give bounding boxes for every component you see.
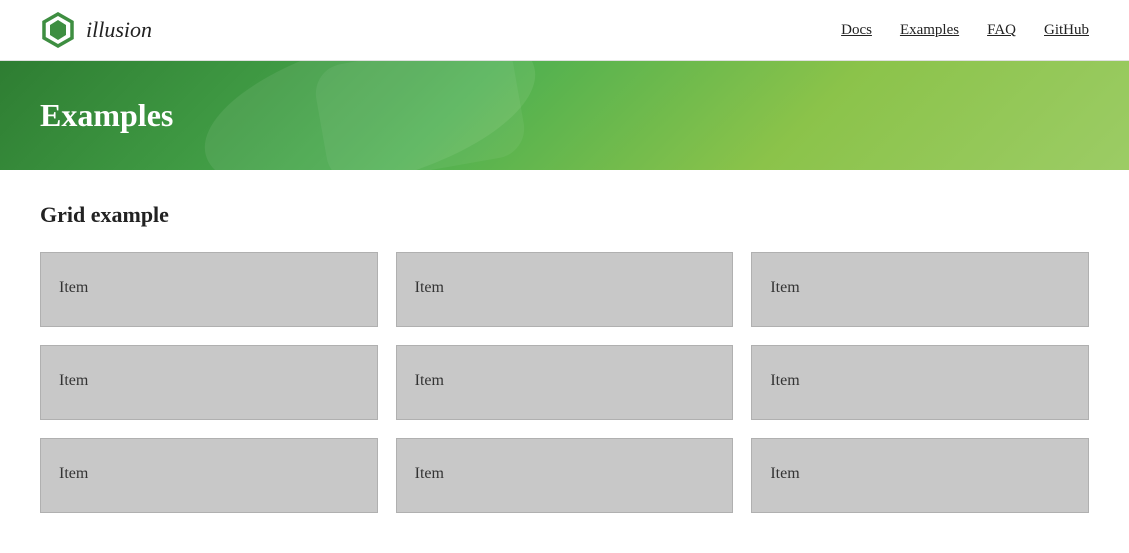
section-title: Grid example	[40, 202, 1089, 228]
list-item: Item	[396, 438, 734, 513]
main-content: Grid example Item Item Item Item Item It…	[0, 170, 1129, 553]
list-item: Item	[40, 252, 378, 327]
grid-container: Item Item Item Item Item Item Item Item …	[40, 252, 1089, 513]
list-item: Item	[40, 438, 378, 513]
nav-link-github[interactable]: GitHub	[1044, 22, 1089, 38]
brand-logo-icon	[40, 12, 76, 48]
nav-link-docs[interactable]: Docs	[841, 22, 872, 38]
nav-link-examples[interactable]: Examples	[900, 22, 959, 38]
list-item: Item	[751, 345, 1089, 420]
brand-name: illusion	[86, 17, 152, 43]
list-item: Item	[40, 345, 378, 420]
navbar: illusion Docs Examples FAQ GitHub	[0, 0, 1129, 61]
nav-links: Docs Examples FAQ GitHub	[841, 21, 1089, 39]
list-item: Item	[396, 345, 734, 420]
list-item: Item	[751, 252, 1089, 327]
brand-link[interactable]: illusion	[40, 12, 152, 48]
hero-title: Examples	[40, 97, 1089, 134]
list-item: Item	[396, 252, 734, 327]
nav-link-faq[interactable]: FAQ	[987, 22, 1016, 38]
hero-banner: Examples	[0, 61, 1129, 170]
list-item: Item	[751, 438, 1089, 513]
